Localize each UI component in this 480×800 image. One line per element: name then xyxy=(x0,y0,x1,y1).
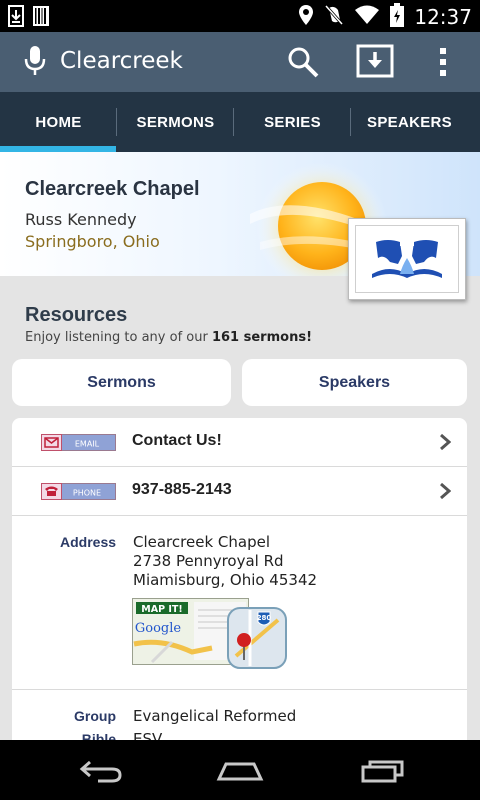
action-bar: Clearcreek xyxy=(0,32,480,92)
recent-apps-icon[interactable] xyxy=(360,758,406,788)
search-icon[interactable] xyxy=(286,45,320,83)
address-line: 2738 Pennyroyal Rd xyxy=(133,552,284,570)
sermons-button[interactable]: Sermons xyxy=(12,359,231,406)
vibrate-icon xyxy=(324,4,344,30)
chevron-right-icon xyxy=(439,433,452,455)
battery-icon xyxy=(390,3,405,31)
speakers-button[interactable]: Speakers xyxy=(242,359,467,406)
location-icon xyxy=(298,4,314,30)
tab-speakers[interactable]: SPEAKERS xyxy=(351,92,468,152)
subtitle-text: Enjoy listening to any of our xyxy=(25,330,212,345)
back-icon[interactable] xyxy=(78,758,124,788)
phone-number: 937-885-2143 xyxy=(132,481,232,498)
home-icon[interactable] xyxy=(216,760,264,786)
tab-series[interactable]: SERIES xyxy=(234,92,351,152)
contact-card: EMAIL Contact Us! PHONE 937-885-2143 Add… xyxy=(12,418,467,758)
address-label: Address xyxy=(60,534,117,550)
status-time: 12:37 xyxy=(414,5,472,29)
svg-text:PHONE: PHONE xyxy=(73,489,101,498)
contact-email-row[interactable]: EMAIL Contact Us! xyxy=(12,418,467,467)
divider xyxy=(12,689,467,690)
chevron-right-icon xyxy=(439,482,452,504)
resources-title: Resources xyxy=(25,304,128,326)
download-notification-icon xyxy=(8,5,24,31)
tab-home[interactable]: HOME xyxy=(0,92,117,152)
contact-us-label: Contact Us! xyxy=(132,432,222,449)
group-value: Evangelical Reformed xyxy=(133,707,297,725)
contact-phone-row[interactable]: PHONE 937-885-2143 xyxy=(12,467,467,516)
church-name: Clearcreek Chapel xyxy=(25,178,200,200)
mic-icon[interactable] xyxy=(22,44,48,82)
system-navigation-bar xyxy=(0,740,480,800)
svg-text:MAP IT!: MAP IT! xyxy=(141,604,182,615)
download-icon[interactable] xyxy=(356,44,394,82)
pastor-name: Russ Kennedy xyxy=(25,210,137,229)
sermon-count: 161 sermons! xyxy=(211,330,312,345)
church-logo xyxy=(370,234,444,284)
overflow-menu-icon[interactable] xyxy=(438,46,448,82)
phone-tag-icon: PHONE xyxy=(41,483,116,500)
resources-subtitle: Enjoy listening to any of our 161 sermon… xyxy=(25,330,312,345)
svg-text:280: 280 xyxy=(257,614,272,622)
svg-text:Google: Google xyxy=(135,621,182,636)
address-line: Clearcreek Chapel xyxy=(133,533,270,551)
tab-bar: HOME SERMONS SERIES SPEAKERS xyxy=(0,92,480,152)
church-logo-card xyxy=(348,218,466,300)
tab-sermons[interactable]: SERMONS xyxy=(117,92,234,152)
address-line: Miamisburg, Ohio 45342 xyxy=(133,571,318,589)
email-tag-icon: EMAIL xyxy=(41,434,116,451)
church-location: Springboro, Ohio xyxy=(25,232,160,251)
svg-text:EMAIL: EMAIL xyxy=(75,440,100,449)
app-title: Clearcreek xyxy=(60,48,183,74)
group-label: Group xyxy=(74,708,116,724)
status-bar: 12:37 xyxy=(0,0,480,32)
wifi-icon xyxy=(354,4,380,30)
barcode-icon xyxy=(32,5,50,31)
map-it-button[interactable]: MAP IT! Google 280 xyxy=(132,598,290,670)
